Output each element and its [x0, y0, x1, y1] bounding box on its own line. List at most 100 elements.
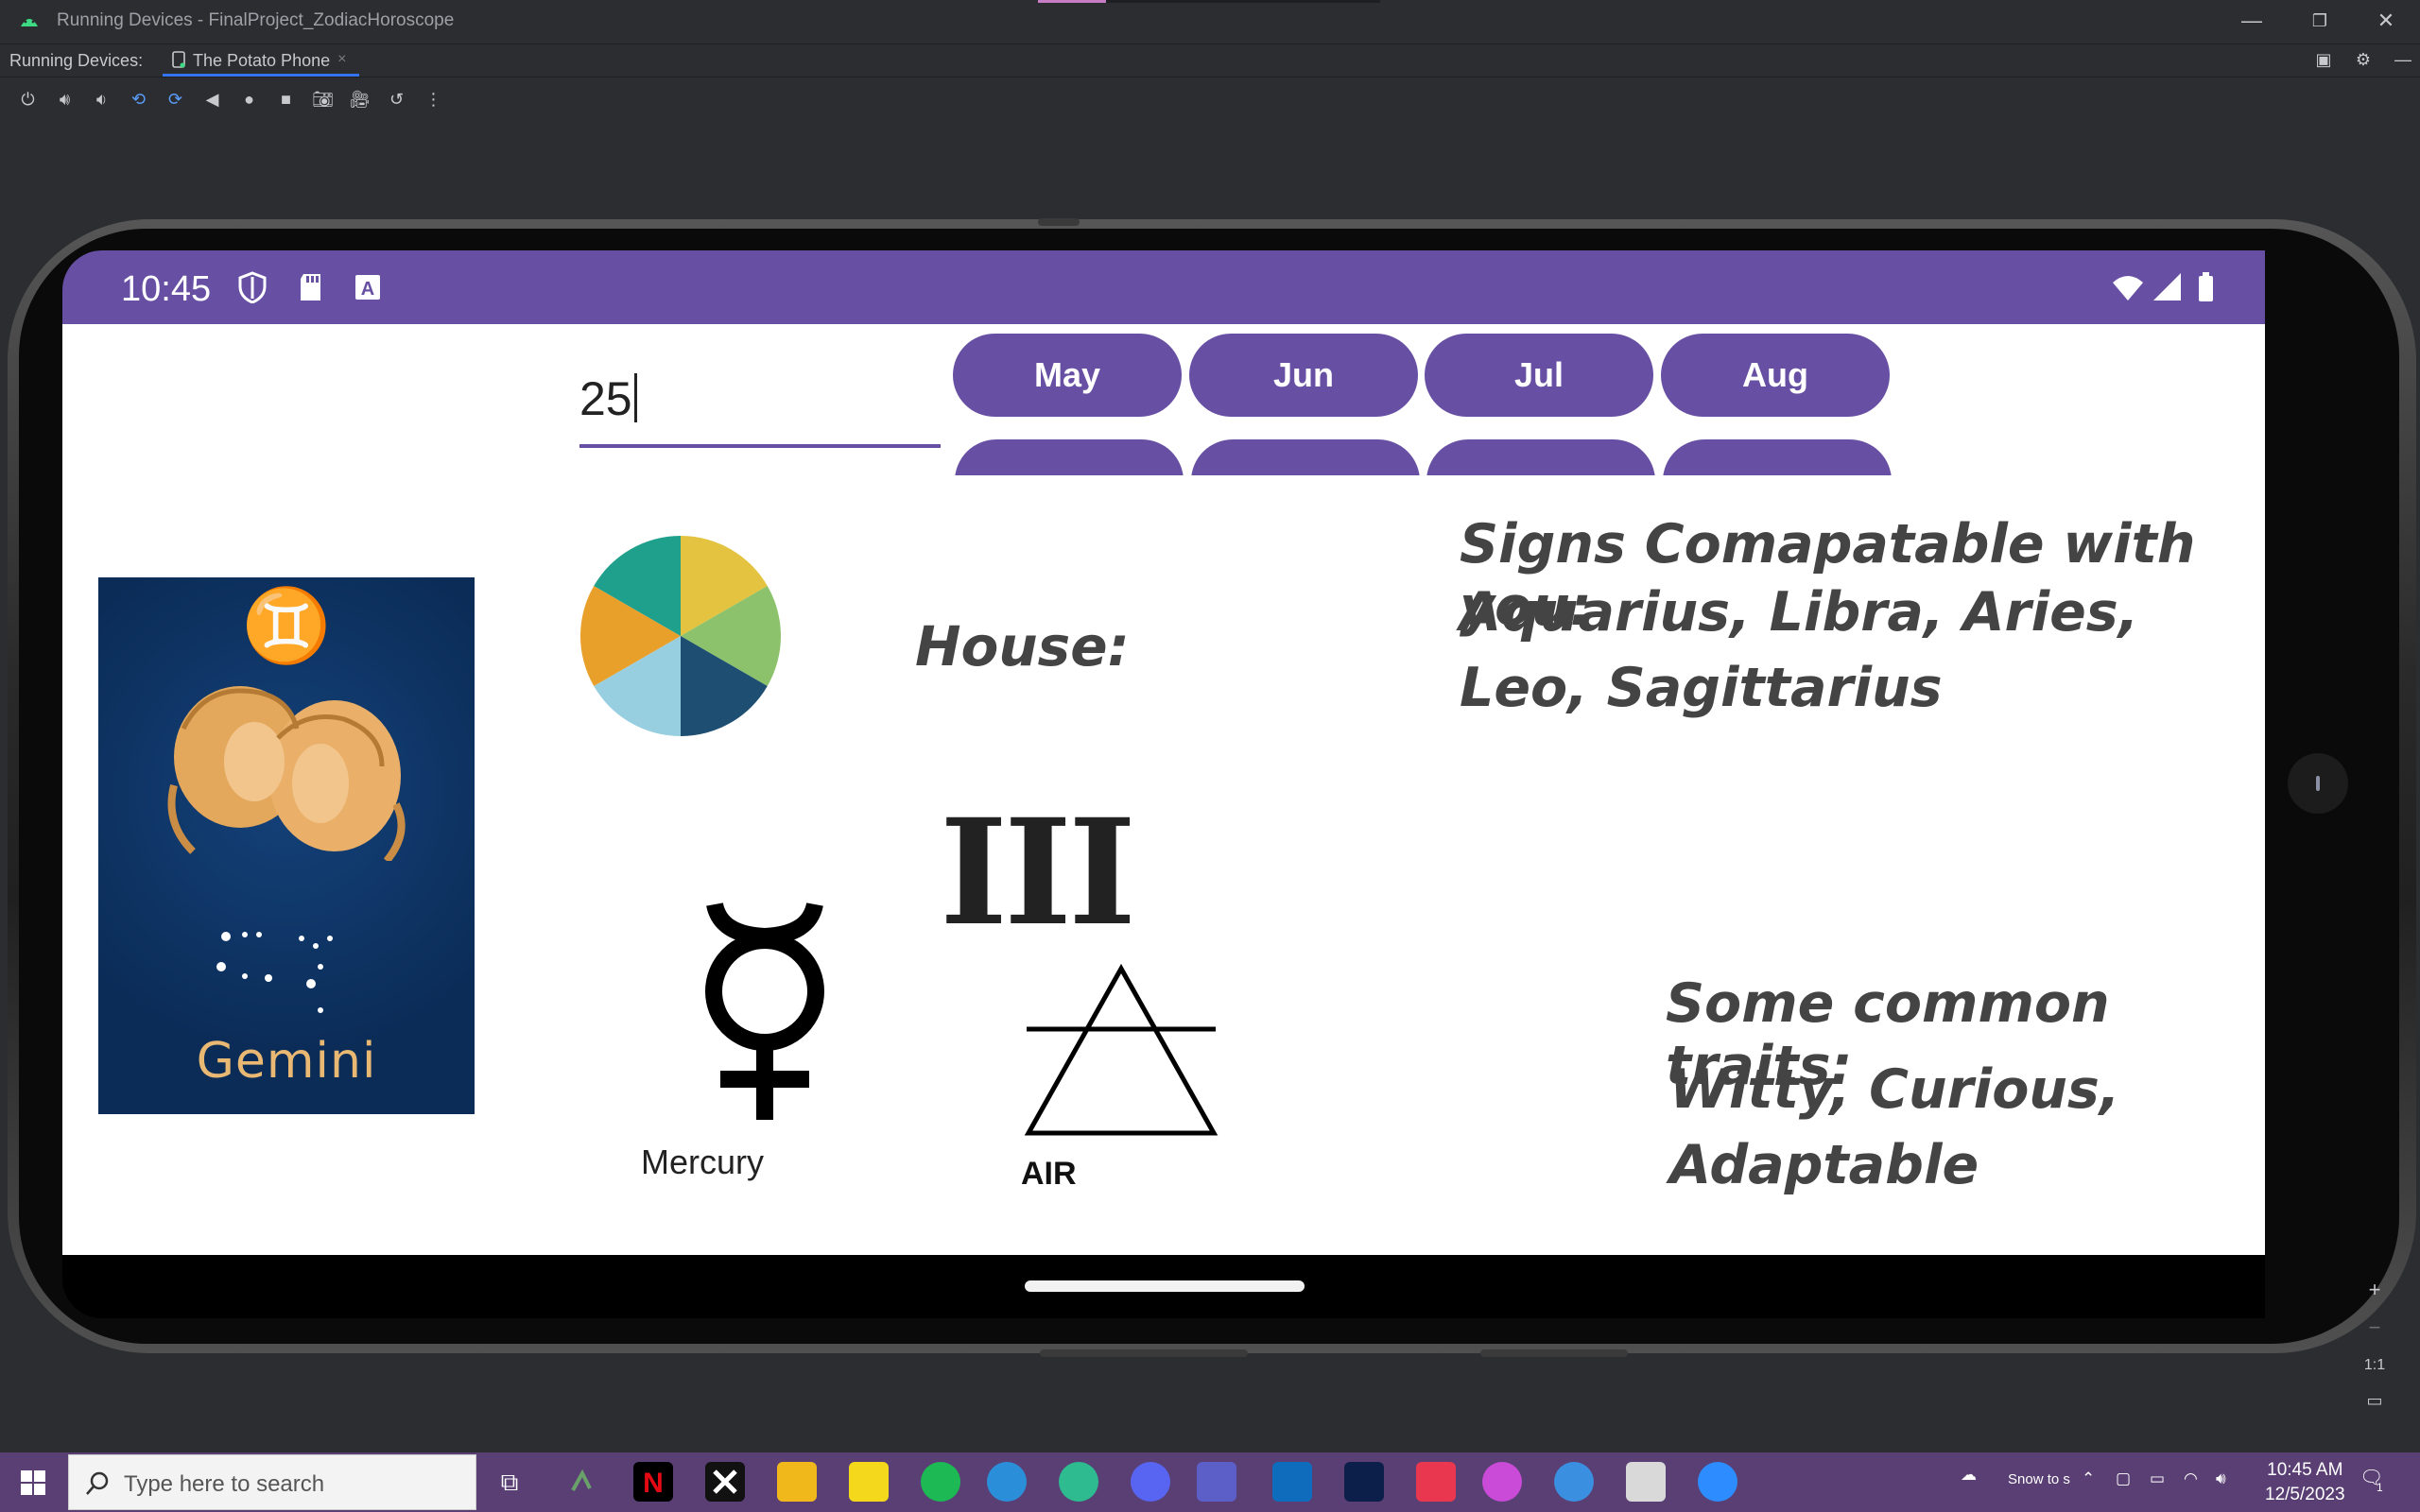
search-placeholder: Type here to search — [124, 1471, 325, 1497]
teams-icon[interactable] — [1197, 1462, 1236, 1502]
month-button-row2-4[interactable] — [1663, 439, 1892, 475]
more-icon[interactable]: ⋮ — [415, 85, 452, 113]
netflix-icon[interactable]: N — [633, 1462, 673, 1502]
file-explorer-icon[interactable] — [777, 1462, 817, 1502]
tab-close-icon[interactable]: × — [337, 51, 346, 74]
month-button-jun[interactable]: Jun — [1189, 334, 1418, 417]
disney-plus-icon[interactable] — [1344, 1462, 1384, 1502]
intellij-icon[interactable] — [1416, 1462, 1456, 1502]
volume-down-icon[interactable]: 🔉︎ — [83, 85, 120, 113]
svg-text:A: A — [361, 279, 374, 300]
network-icon[interactable]: ◠ — [2184, 1469, 2198, 1488]
notification-count: 1 — [2377, 1481, 2383, 1494]
gemini-glyph: ♊ — [241, 583, 332, 667]
home-gesture-pill[interactable] — [1025, 1280, 1305, 1292]
device-button-bottom-2 — [1480, 1349, 1628, 1357]
zoom-in-button[interactable]: + — [2354, 1278, 2395, 1302]
restore-button[interactable]: ❐ — [2291, 6, 2348, 36]
month-button-jul[interactable]: Jul — [1425, 334, 1653, 417]
month-button-row2-2[interactable] — [1191, 439, 1420, 475]
taskbar-clock[interactable]: 10:45 AM 12/5/2023 — [2265, 1458, 2345, 1507]
sticky-notes-icon[interactable] — [849, 1462, 889, 1502]
air-element-icon — [1024, 963, 1219, 1136]
power-icon[interactable]: ⏻ — [9, 85, 46, 113]
record-icon[interactable]: 🎥︎ — [341, 85, 378, 113]
spotify-icon[interactable] — [921, 1462, 960, 1502]
month-button-row2-1[interactable] — [955, 439, 1184, 475]
roblox-icon[interactable] — [1626, 1462, 1666, 1502]
color-wheel-image — [579, 536, 782, 736]
close-button[interactable]: ✕ — [2358, 6, 2414, 36]
running-devices-label: Running Devices: — [9, 51, 144, 70]
zoom-app-icon[interactable] — [1698, 1462, 1737, 1502]
android-studio-taskbar-icon[interactable] — [1554, 1462, 1594, 1502]
taskbar-search-box[interactable]: Type here to search — [68, 1454, 476, 1510]
rotate-right-icon[interactable]: ⟳ — [157, 85, 194, 113]
zoom-actual-size-button[interactable]: 1:1 — [2354, 1357, 2395, 1374]
reset-icon[interactable]: ↺ — [378, 85, 415, 113]
discord-icon[interactable] — [1131, 1462, 1170, 1502]
traits-list: Witty, Curious, Adaptable — [1669, 1058, 2120, 1196]
zoom-fit-icon[interactable]: ▭ — [2354, 1391, 2395, 1411]
title-accent-dark — [1106, 0, 1380, 3]
constellation-stars — [216, 932, 333, 1013]
device-screen[interactable]: 10:45 A 25 May Jun Jul Aug ♊ Gemini Hous… — [62, 250, 2265, 1318]
signal-icon — [2153, 273, 2181, 301]
planet-label: Mercury — [641, 1143, 765, 1181]
zodiac-sign-image: ♊ Gemini — [98, 577, 475, 1114]
edge-dev-icon[interactable] — [1059, 1462, 1098, 1502]
android-nav-bar — [62, 1255, 2265, 1318]
month-button-grid: May Jun Jul Aug — [62, 324, 2265, 475]
weather-icon[interactable]: ☁ — [1961, 1466, 1977, 1485]
home-icon[interactable]: ● — [231, 85, 268, 113]
gear-icon[interactable]: ⚙ — [2354, 50, 2373, 69]
back-icon[interactable]: ◀ — [194, 85, 231, 113]
house-number-image: III — [940, 787, 1136, 958]
battery-tray-icon[interactable]: ▭ — [2150, 1469, 2165, 1488]
running-devices-tab-bar: Running Devices: The Potato Phone × ▣ ⚙ … — [0, 43, 2420, 77]
twins-illustration — [167, 686, 406, 861]
tab-label: The Potato Phone — [193, 51, 331, 70]
volume-up-icon[interactable]: 🔊︎ — [46, 85, 83, 113]
svg-text:N: N — [643, 1468, 664, 1499]
app-icon-x[interactable] — [705, 1462, 745, 1502]
wifi-icon — [2113, 276, 2143, 301]
edge-icon[interactable] — [987, 1462, 1027, 1502]
compatible-signs-list: Aquarius, Libra, Aries, Leo, Sagittarius — [1460, 581, 2139, 719]
camera-icon[interactable]: 📷︎ — [304, 85, 341, 113]
month-button-may[interactable]: May — [953, 334, 1182, 417]
layout-icon[interactable]: ▣ — [2314, 50, 2333, 69]
app-notification-icon: A — [355, 275, 380, 300]
window-title: Running Devices - FinalProject_ZodiacHor… — [57, 10, 455, 30]
zoom-out-button[interactable]: − — [2354, 1315, 2395, 1340]
windows-logo-icon — [21, 1469, 45, 1495]
app-content: 25 May Jun Jul Aug ♊ Gemini House: III M… — [62, 324, 2265, 1255]
android-studio-icon — [21, 19, 38, 26]
device-toolbar: ⏻ 🔊︎ 🔉︎ ⟲ ⟳ ◀ ● ■ 📷︎ 🎥︎ ↺ ⋮ — [0, 83, 2420, 115]
device-button-bottom-1 — [1040, 1349, 1248, 1357]
tab-potato-phone[interactable]: The Potato Phone × — [163, 44, 360, 77]
weather-text[interactable]: Snow to s — [2008, 1471, 2070, 1487]
app-icon-drop[interactable] — [1482, 1462, 1522, 1502]
app-icon-1[interactable] — [562, 1462, 601, 1502]
show-hidden-icons-icon[interactable]: ⌃ — [2082, 1469, 2095, 1488]
task-view-icon[interactable]: ⧉ — [490, 1462, 529, 1502]
hide-panel-icon[interactable]: — — [2394, 50, 2412, 69]
meet-icon[interactable]: ▢ — [2116, 1469, 2131, 1488]
house-heading: House: — [915, 614, 1130, 679]
overview-icon[interactable]: ■ — [268, 85, 304, 113]
month-button-row2-3[interactable] — [1426, 439, 1655, 475]
status-time: 10:45 — [121, 269, 212, 309]
month-button-aug[interactable]: Aug — [1661, 334, 1890, 417]
clock-date: 12/5/2023 — [2265, 1485, 2345, 1504]
sign-name: Gemini — [196, 1033, 377, 1090]
clock-time: 10:45 AM — [2267, 1460, 2343, 1480]
outlook-icon[interactable] — [1272, 1462, 1312, 1502]
battery-icon — [2199, 272, 2213, 301]
rotate-left-icon[interactable]: ⟲ — [120, 85, 157, 113]
volume-icon[interactable]: 🔊︎ — [2216, 1469, 2226, 1488]
device-side-button[interactable] — [2288, 753, 2348, 814]
start-button[interactable] — [0, 1452, 66, 1512]
minimize-button[interactable]: — — [2223, 6, 2280, 36]
android-status-bar: 10:45 A — [62, 250, 2265, 324]
